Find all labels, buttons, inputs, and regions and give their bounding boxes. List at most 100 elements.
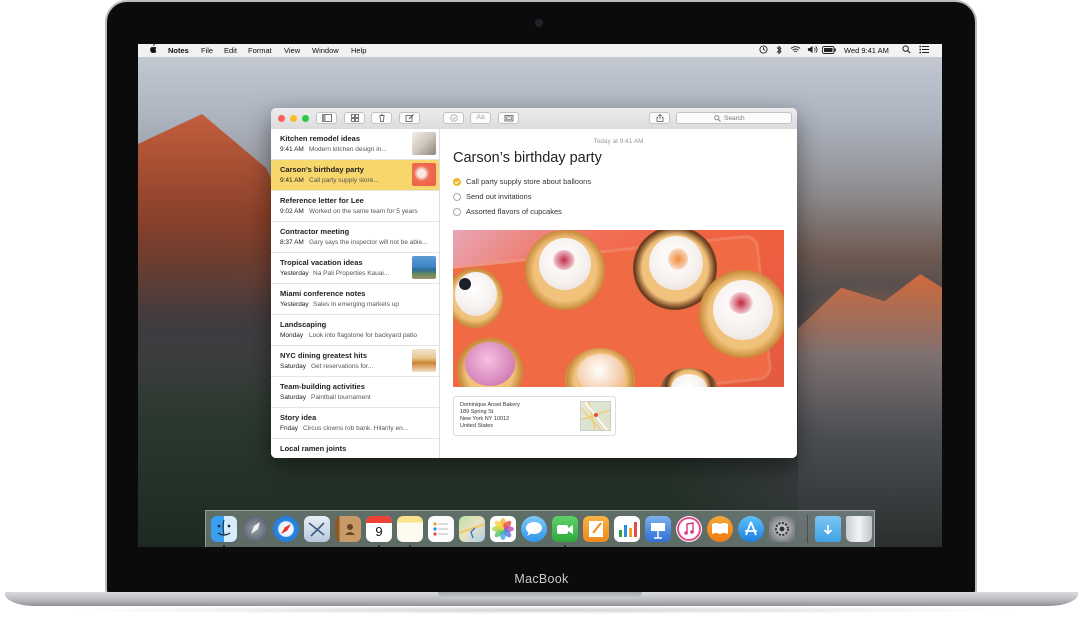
note-title: Carson’s birthday party [280, 165, 364, 174]
delete-note-button[interactable] [371, 112, 392, 124]
note-title: Miami conference notes [280, 289, 366, 298]
note-thumbnail [412, 132, 436, 155]
photos-icon[interactable] [490, 516, 516, 542]
downloads-folder-icon[interactable] [815, 516, 841, 542]
note-title: Story idea [280, 413, 317, 422]
note-list-item[interactable]: Contractor meeting 8:37 AM Gary says the… [271, 222, 439, 253]
battery-icon[interactable] [822, 45, 836, 56]
mail-icon[interactable] [304, 516, 330, 542]
calendar-icon[interactable]: 9 [366, 516, 392, 542]
finder-icon[interactable] [211, 516, 237, 542]
note-list-item[interactable]: Kitchen remodel ideas 9:41 AM Modern kit… [271, 129, 439, 160]
menu-help[interactable]: Help [351, 46, 366, 55]
note-list-item-selected[interactable]: Carson’s birthday party 9:41 AM Call par… [271, 160, 439, 191]
map-attachment-card[interactable]: Dominique Ansel Bakery 189 Spring St New… [453, 396, 616, 436]
map-place-name: Dominique Ansel Bakery [460, 402, 520, 408]
note-date: 8:37 AM [280, 239, 304, 246]
notification-center-icon[interactable] [919, 45, 929, 56]
itunes-icon[interactable] [676, 516, 702, 542]
running-indicator [223, 545, 225, 547]
search-input[interactable]: Search [676, 112, 792, 124]
menu-format[interactable]: Format [248, 46, 272, 55]
note-list-item[interactable]: Tropical vacation ideas Yesterday Na Pal… [271, 253, 439, 284]
keynote-icon[interactable] [645, 516, 671, 542]
note-thumbnail [412, 256, 436, 279]
note-title: Landscaping [280, 320, 327, 329]
format-button[interactable]: Aa [470, 112, 491, 124]
wifi-icon[interactable] [790, 45, 801, 56]
note-list-item[interactable]: Miami conference notes Yesterday Sales i… [271, 284, 439, 315]
note-list-item[interactable]: Team-building activities Saturday Paintb… [271, 377, 439, 408]
notes-icon[interactable] [397, 516, 423, 542]
note-date: Saturday [280, 394, 307, 401]
numbers-icon[interactable] [614, 516, 640, 542]
cupcake-topping [668, 248, 688, 270]
checklist-checkbox-checked[interactable] [453, 178, 461, 186]
desktop-screen: Notes File Edit Format View Window Help … [138, 44, 942, 547]
safari-icon[interactable] [273, 516, 299, 542]
grid-icon [351, 114, 359, 122]
toggle-sidebar-button[interactable] [316, 112, 337, 124]
system-preferences-icon[interactable] [769, 516, 795, 542]
note-date: Monday [280, 332, 304, 339]
blackberry-topping [459, 278, 471, 290]
minimize-window-button[interactable] [290, 114, 297, 122]
note-list-item[interactable]: Landscaping Monday Look into flagstone f… [271, 315, 439, 346]
bluetooth-icon[interactable] [776, 45, 782, 57]
ibooks-icon[interactable] [707, 516, 733, 542]
launchpad-icon[interactable] [242, 516, 268, 542]
menu-edit[interactable]: Edit [224, 46, 237, 55]
volume-icon[interactable] [807, 45, 818, 56]
photo-icon [504, 115, 514, 122]
checklist-checkbox[interactable] [453, 193, 461, 201]
map-address-line: United States [460, 423, 494, 429]
contacts-icon[interactable] [335, 516, 361, 542]
facetime-icon[interactable] [552, 516, 578, 542]
cupcake-frosting-pink [465, 342, 515, 386]
note-list-item[interactable]: Story idea Friday Circus clowns rob bank… [271, 408, 439, 439]
running-indicator [378, 545, 380, 547]
compose-icon [405, 114, 414, 122]
search-placeholder: Search [724, 114, 745, 122]
camera-icon [535, 19, 543, 27]
menu-window[interactable]: Window [312, 46, 339, 55]
note-date: Yesterday [280, 301, 309, 308]
menu-file[interactable]: File [201, 46, 213, 55]
window-toolbar: Aa Search [271, 108, 797, 130]
spotlight-icon[interactable] [902, 45, 911, 56]
note-list-item[interactable]: Reference letter for Lee 9:02 AM Worked … [271, 191, 439, 222]
trash-icon[interactable] [846, 516, 872, 542]
note-date: 9:02 AM [280, 208, 304, 215]
note-thumbnail [412, 349, 436, 372]
menu-view[interactable]: View [284, 46, 300, 55]
note-list-item[interactable]: NYC dining greatest hits Saturday Get re… [271, 346, 439, 377]
messages-icon[interactable] [521, 516, 547, 542]
time-machine-icon[interactable] [759, 45, 768, 56]
device-label: MacBook [514, 572, 569, 586]
app-store-icon[interactable] [738, 516, 764, 542]
menu-app-notes[interactable]: Notes [168, 46, 189, 55]
note-title: Team-building activities [280, 382, 365, 391]
checkmark-circle-icon [450, 114, 458, 122]
cupcake-photo-attachment[interactable] [453, 230, 784, 387]
apple-menu-icon[interactable] [149, 44, 157, 56]
pages-icon[interactable] [583, 516, 609, 542]
map-address-line: 189 Spring St [460, 409, 494, 415]
note-date: 9:41 AM [280, 146, 304, 153]
share-button[interactable] [649, 112, 670, 124]
map-thumbnail [580, 401, 611, 431]
attachments-browser-button[interactable] [344, 112, 365, 124]
note-editor[interactable]: Today at 9:41 AM Carson’s birthday party… [440, 129, 797, 458]
menu-clock[interactable]: Wed 9:41 AM [844, 46, 889, 55]
zoom-window-button[interactable] [302, 114, 309, 122]
note-list-item[interactable]: Local ramen joints [271, 439, 439, 458]
new-note-button[interactable] [399, 112, 420, 124]
note-heading: Carson’s birthday party [453, 150, 602, 166]
close-window-button[interactable] [278, 114, 285, 122]
reminders-icon[interactable] [428, 516, 454, 542]
maps-icon[interactable] [458, 516, 486, 542]
add-photo-button[interactable] [498, 112, 519, 124]
note-title: Local ramen joints [280, 444, 347, 453]
checklist-button[interactable] [443, 112, 464, 124]
checklist-checkbox[interactable] [453, 208, 461, 216]
